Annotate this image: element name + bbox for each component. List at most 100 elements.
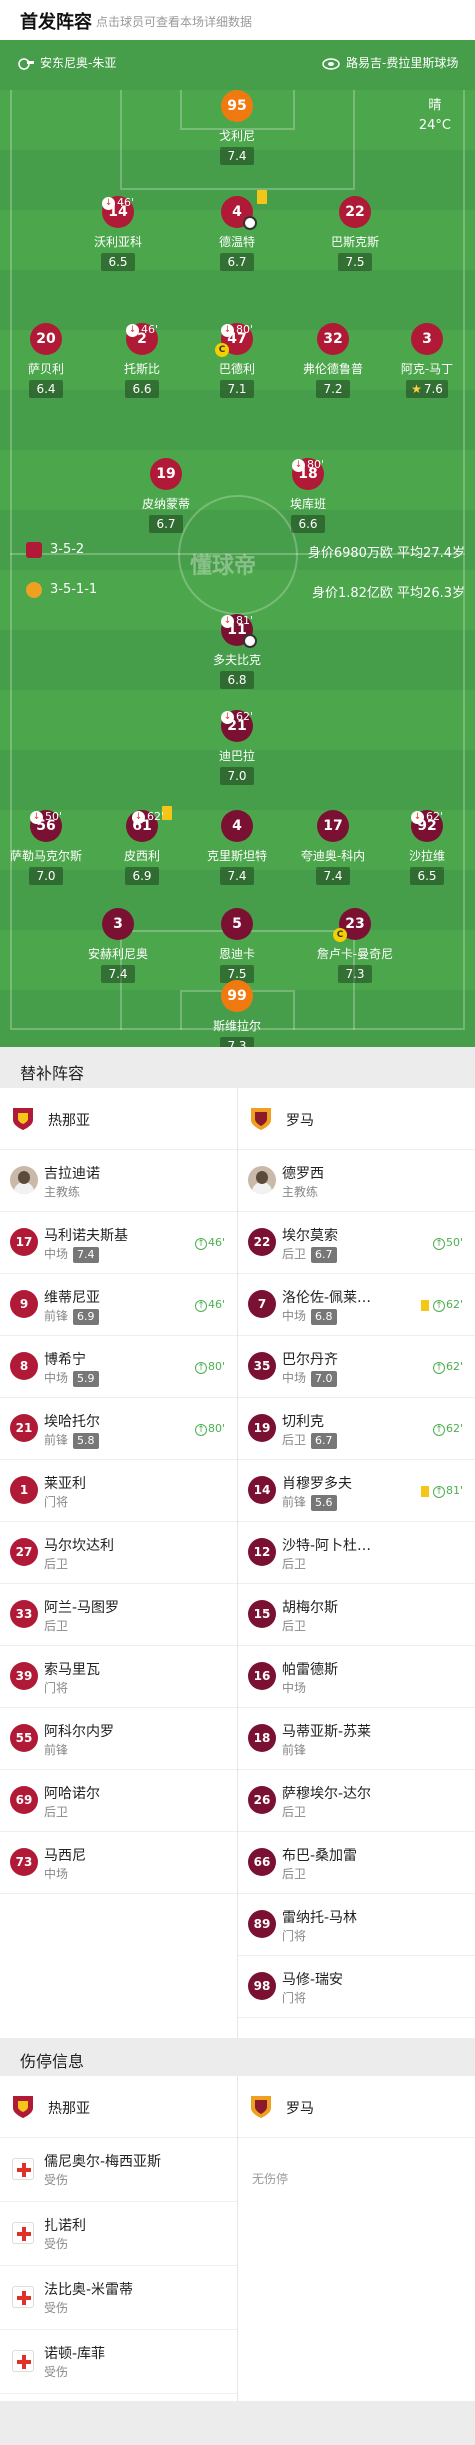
away-team-row[interactable]: 罗马 (238, 1088, 475, 1150)
pitch: 安东尼奥-朱亚 路易吉-费拉里斯球场 晴 24°C 懂球帝 3-5-2 身价69… (0, 40, 475, 1047)
home-player-defender-3[interactable]: 22 巴斯克斯 7.5 (295, 196, 415, 271)
away-sub-row[interactable]: 89 雷纳托-马林 门将 (238, 1894, 475, 1956)
home-player-goalkeeper[interactable]: 95 戈利尼 7.4 (177, 90, 297, 165)
home-player-defender-1[interactable]: 14 ↓ 46' 沃利亚科 6.5 (58, 196, 178, 271)
away-sub-row[interactable]: 98 马修-瑞安 门将 (238, 1956, 475, 2018)
sub-on-icon: ↑ (194, 1300, 207, 1312)
away-player-goalkeeper[interactable]: 99 斯维拉尔 7.3 (177, 980, 297, 1047)
home-team-row[interactable]: 热那亚 (0, 1088, 237, 1150)
sub-on-icon: ↑ (432, 1300, 445, 1312)
sub-name: 沙特-阿卜杜… (282, 1538, 372, 1554)
away-sub-row[interactable]: 66 布巴-桑加雷 后卫 (238, 1832, 475, 1894)
no-injuries-text: 无伤停 (252, 2172, 289, 2186)
away-sub-row[interactable]: 18 马蒂亚斯-苏莱 前锋 (238, 1708, 475, 1770)
shirt-number: 15 (248, 1600, 276, 1628)
away-player-defender-3[interactable]: 23 C 詹卢卡-曼奇尼 7.3 (295, 908, 415, 983)
home-sub-row[interactable]: 21 埃哈托尔 前锋 5.8 ↑ 80' (0, 1398, 237, 1460)
home-sub-row[interactable]: 73 马西尼 中场 (0, 1832, 237, 1894)
sub-on-event: ↑ 62' (420, 1298, 463, 1312)
injury-status: 受伤 (44, 2237, 69, 2251)
away-player-forward[interactable]: 11 ↓ 81' 多夫比克 6.8 (177, 614, 297, 689)
injury-status: 受伤 (44, 2173, 69, 2187)
home-sub-row[interactable]: 9 维蒂尼亚 前锋 6.9 ↑ 46' (0, 1274, 237, 1336)
home-sub-row[interactable]: 69 阿哈诺尔 后卫 (0, 1770, 237, 1832)
home-value: 身价6980万欧 平均27.4岁 (307, 546, 465, 561)
coach-avatar (10, 1166, 38, 1194)
injury-row[interactable]: 诺顿-库菲 受伤 (0, 2330, 237, 2394)
shirt-number: 17 (10, 1228, 38, 1256)
away-player-midfielder-5[interactable]: 92 ↓ 62' 沙拉维 6.5 (367, 810, 475, 885)
sub-position: 中场 (44, 1867, 69, 1881)
injured-player-name: 法比奥-米雷蒂 (44, 2282, 134, 2298)
away-sub-row[interactable]: 7 洛伦佐-佩莱… 中场 6.8 ↑ 62' (238, 1274, 475, 1336)
yellow-card-icon (257, 190, 267, 204)
inj-away-team-row[interactable]: 罗马 (238, 2076, 475, 2138)
star-icon: ★ (411, 382, 422, 396)
shirt-number: 27 (10, 1538, 38, 1566)
away-player-defender-2[interactable]: 5 恩迪卡 7.5 (177, 908, 297, 983)
home-sub-row[interactable]: 55 阿科尔内罗 前锋 (0, 1708, 237, 1770)
shirt-number: 14 (248, 1476, 276, 1504)
away-sub-row[interactable]: 35 巴尔丹齐 中场 7.0 ↑ 62' (238, 1336, 475, 1398)
home-sub-row[interactable]: 8 博希宁 中场 5.9 ↑ 80' (0, 1336, 237, 1398)
away-player-attacking-mid[interactable]: 21 ↓ 62' 迪巴拉 7.0 (177, 710, 297, 785)
sub-name: 莱亚利 (44, 1476, 86, 1492)
home-sub-row[interactable]: 39 索马里瓦 门将 (0, 1646, 237, 1708)
sub-on-icon: ↑ (194, 1362, 207, 1374)
shirt-number: 73 (10, 1848, 38, 1876)
shirt-number: 8 (10, 1352, 38, 1380)
injury-row[interactable]: 扎诺利 受伤 (0, 2202, 237, 2266)
sub-name: 马尔坎达利 (44, 1538, 114, 1554)
away-value: 身价1.82亿欧 平均26.3岁 (311, 586, 465, 601)
away-player-defender-1[interactable]: 3 安赫利尼奥 7.4 (58, 908, 178, 983)
home-sub-row[interactable]: 33 阿兰-马图罗 后卫 (0, 1584, 237, 1646)
sub-on-icon: ↑ (432, 1486, 445, 1498)
injury-row[interactable]: 法比奥-米雷蒂 受伤 (0, 2266, 237, 2330)
away-sub-row[interactable]: 14 肖穆罗多夫 前锋 5.6 ↑ 81' (238, 1460, 475, 1522)
sub-on-icon: ↑ (194, 1238, 207, 1250)
home-sub-row[interactable]: 17 马利诺夫斯基 中场 7.4 ↑ 46' (0, 1212, 237, 1274)
sub-off-icon: ↓ 46' (102, 196, 134, 210)
sub-name: 埃尔莫索 (282, 1228, 338, 1244)
sub-rating: 7.0 (311, 1371, 337, 1387)
shirt-number: 22 (248, 1228, 276, 1256)
shirt-number: 98 (248, 1972, 276, 2000)
away-sub-row[interactable]: 12 沙特-阿卜杜… 后卫 (238, 1522, 475, 1584)
shirt-number: 21 (10, 1414, 38, 1442)
away-sub-row[interactable]: 19 切利克 后卫 6.7 ↑ 62' (238, 1398, 475, 1460)
home-player-midfielder-5[interactable]: 3 阿克-马丁 ★ 7.6 (367, 323, 475, 398)
injuries-panel: 热那亚 罗马 无伤停 儒尼奥尔-梅西亚斯 受伤 扎诺利 受伤 法比奥-米雷蒂 受伤 诺顿-库… (0, 2076, 475, 2401)
ball-icon (243, 634, 257, 648)
home-player-forward-1[interactable]: 19 皮纳蒙蒂 6.7 (106, 458, 226, 533)
injury-icon (12, 2158, 34, 2180)
home-player-forward-2[interactable]: 18 ↓ 80' 埃库班 6.6 (248, 458, 368, 533)
injury-row[interactable]: 儒尼奥尔-梅西亚斯 受伤 (0, 2138, 237, 2202)
shirt-number: 66 (248, 1848, 276, 1876)
inj-home-team-row[interactable]: 热那亚 (0, 2076, 237, 2138)
sub-rating: 6.8 (311, 1309, 337, 1325)
coach-avatar (248, 1166, 276, 1194)
sub-position: 门将 (44, 1681, 69, 1695)
sub-rating: 6.9 (73, 1309, 99, 1325)
away-sub-row[interactable]: 26 萨穆埃尔-达尔 后卫 (238, 1770, 475, 1832)
home-sub-row[interactable]: 27 马尔坎达利 后卫 (0, 1522, 237, 1584)
away-sub-row[interactable]: 16 帕雷德斯 中场 (238, 1646, 475, 1708)
home-coach-row[interactable]: 吉拉迪诺 主教练 (0, 1150, 237, 1212)
home-sub-row[interactable]: 1 莱亚利 门将 (0, 1460, 237, 1522)
away-formation: 3-5-1-1 (50, 582, 98, 597)
lineup-title: 首发阵容 (20, 12, 92, 33)
away-coach-row[interactable]: 德罗西 主教练 (238, 1150, 475, 1212)
sub-position: 后卫 (282, 1619, 307, 1633)
sub-name: 埃哈托尔 (44, 1414, 100, 1430)
subs-title: 替补阵容 (20, 1064, 85, 1083)
home-player-defender-2[interactable]: 4 德温特 6.7 (177, 190, 297, 271)
roma-crest-icon (26, 582, 42, 598)
away-sub-row[interactable]: 15 胡梅尔斯 后卫 (238, 1584, 475, 1646)
shirt-number: 9 (10, 1290, 38, 1318)
stadium: 路易吉-费拉里斯球场 (322, 54, 458, 71)
roma-crest-icon (251, 2096, 271, 2118)
away-sub-row[interactable]: 22 埃尔莫索 后卫 6.7 ↑ 50' (238, 1212, 475, 1274)
shirt-number: 16 (248, 1662, 276, 1690)
shirt-number: 18 (248, 1724, 276, 1752)
sub-on-event: ↑ 62' (432, 1360, 463, 1374)
